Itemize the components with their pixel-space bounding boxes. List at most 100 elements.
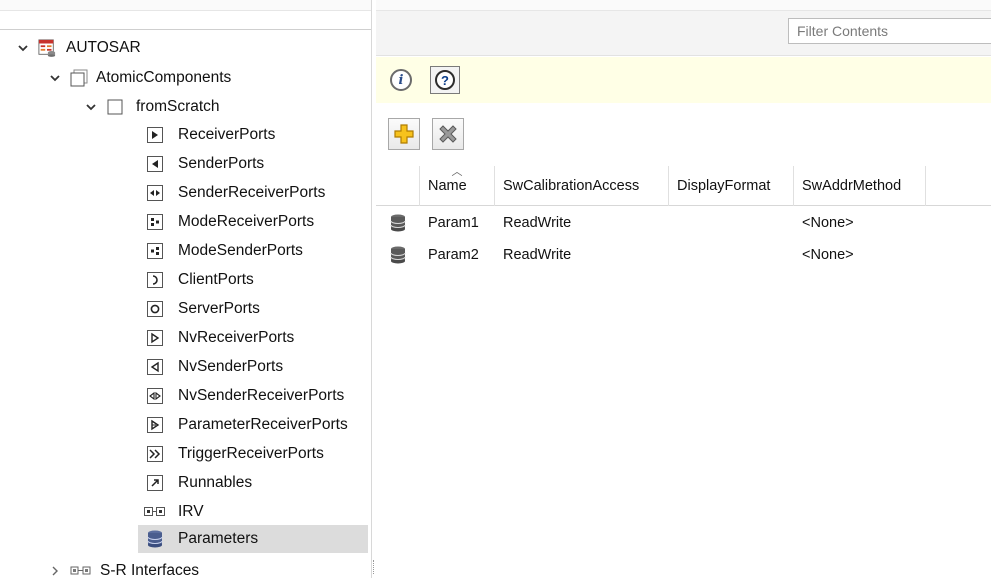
tree-node-fromscratch[interactable]: fromScratch [82,93,220,121]
server-port-icon [146,300,164,318]
splitter-grip[interactable] [373,560,375,574]
receiver-port-icon [146,126,164,144]
tree-node-atomic-components[interactable]: AtomicComponents [46,64,231,92]
help-icon: ? [435,70,455,90]
folder-outline-icon [70,69,88,87]
component-icon [106,98,124,116]
column-header-label: SwAddrMethod [802,178,902,194]
delete-icon [439,125,457,143]
client-port-icon [146,271,164,289]
delete-button[interactable] [432,118,464,150]
column-header-label: SwCalibrationAccess [503,178,640,194]
cell-swaddrmethod[interactable]: <None> [794,207,854,239]
tree-node-label: AtomicComponents [96,69,232,86]
tree-node-label: TriggerReceiverPorts [178,445,324,462]
tree-node-runnables[interactable]: Runnables [146,469,252,497]
tree-node-nv-receiver-ports[interactable]: NvReceiverPorts [146,324,294,352]
cell-swcalibrationaccess[interactable]: ReadWrite [495,239,571,271]
tree-pane: AUTOSAR AtomicComponents fromScratch Rec… [0,0,372,578]
chevron-down-icon[interactable] [46,69,64,87]
cell-swcalibrationaccess[interactable]: ReadWrite [495,207,571,239]
add-icon [394,124,414,144]
info-icon: i [390,69,412,91]
chevron-down-icon[interactable] [14,39,32,57]
tree-node-label: ModeSenderPorts [178,242,303,259]
parameter-icon [390,207,406,239]
mode-receiver-port-icon [146,213,164,231]
tree-node-label: fromScratch [136,98,220,115]
tree-node-autosar[interactable]: AUTOSAR [14,34,141,62]
interfaces-icon [70,562,92,578]
parameters-table: ︿ Name SwCalibrationAccess DisplayFormat… [376,166,991,271]
tree-node-mode-sender-ports[interactable]: ModeSenderPorts [146,237,303,265]
parameter-icon [390,239,406,271]
column-header-swcalibrationaccess[interactable]: SwCalibrationAccess [495,166,669,206]
tree-node-label: S-R Interfaces [100,562,200,578]
tree-node-label: IRV [178,503,204,520]
column-header-displayformat[interactable]: DisplayFormat [669,166,794,206]
trigger-receiver-port-icon [146,445,164,463]
tree-header [0,0,371,30]
tree-node-sr-interfaces[interactable]: S-R Interfaces [46,557,199,578]
tree-node-irv[interactable]: IRV [144,498,204,526]
cell-displayformat[interactable] [669,207,677,239]
nv-sender-port-icon [146,358,164,376]
tree-node-sender-receiver-ports[interactable]: SenderReceiverPorts [146,179,325,207]
help-button[interactable]: ? [430,66,460,94]
tree-node-label: ReceiverPorts [178,126,276,143]
tree-node-nv-sender-ports[interactable]: NvSenderPorts [146,353,283,381]
tree-node-label: AUTOSAR [66,39,141,56]
chevron-right-icon[interactable] [46,562,64,578]
cell-swaddrmethod[interactable]: <None> [794,239,854,271]
tree-node-label: NvSenderReceiverPorts [178,387,345,404]
filter-contents-input[interactable] [788,18,991,44]
tree-node-label: Runnables [178,474,253,491]
table-row[interactable]: Param2 ReadWrite <None> [376,239,991,271]
tree-node-nv-sender-receiver-ports[interactable]: NvSenderReceiverPorts [146,382,344,410]
tree-node-label: ClientPorts [178,271,254,288]
info-button[interactable]: i [386,65,416,95]
chevron-down-icon[interactable] [82,98,100,116]
tree-node-server-ports[interactable]: ServerPorts [146,295,260,323]
tree-node-parameters[interactable]: Parameters [138,525,368,553]
table-header: ︿ Name SwCalibrationAccess DisplayFormat… [376,166,991,206]
database-icon [146,530,164,548]
tree-node-label: ServerPorts [178,300,260,317]
tree-node-label: Parameters [178,530,259,547]
tree-node-mode-receiver-ports[interactable]: ModeReceiverPorts [146,208,314,236]
tree-node-label: SenderReceiverPorts [178,184,326,201]
icon-column-header [376,166,420,206]
tree-node-label: SenderPorts [178,155,265,172]
column-header-label: DisplayFormat [677,178,771,194]
column-header-label: Name [428,178,467,194]
tree-node-sender-ports[interactable]: SenderPorts [146,150,264,178]
content-pane: i ? ︿ Name SwCalibrationAccess [376,0,991,578]
tree-node-label: ParameterReceiverPorts [178,416,348,433]
tree-node-parameter-receiver-ports[interactable]: ParameterReceiverPorts [146,411,348,439]
tree-node-client-ports[interactable]: ClientPorts [146,266,254,294]
toolbar [376,112,991,156]
cell-displayformat[interactable] [669,239,677,271]
cell-name[interactable]: Param1 [420,207,479,239]
filter-bar [376,0,991,56]
column-header-swaddrmethod[interactable]: SwAddrMethod [794,166,926,206]
column-header-name[interactable]: ︿ Name [420,166,495,206]
autosar-package-icon [38,39,56,57]
irv-icon [144,503,166,521]
tree-node-trigger-receiver-ports[interactable]: TriggerReceiverPorts [146,440,324,468]
tree-node-label: NvSenderPorts [178,358,284,375]
table-row[interactable]: Param1 ReadWrite <None> [376,207,991,239]
runnable-icon [146,474,164,492]
tree-node-label: ModeReceiverPorts [178,213,315,230]
info-bar: i ? [376,57,991,103]
add-button[interactable] [388,118,420,150]
tree-node-label: NvReceiverPorts [178,329,295,346]
tree-node-receiver-ports[interactable]: ReceiverPorts [146,121,275,149]
nv-sender-receiver-port-icon [146,387,164,405]
sort-ascending-icon: ︿ [451,166,463,178]
sender-port-icon [146,155,164,173]
cell-name[interactable]: Param2 [420,239,479,271]
parameter-receiver-port-icon [146,416,164,434]
nv-receiver-port-icon [146,329,164,347]
sender-receiver-port-icon [146,184,164,202]
